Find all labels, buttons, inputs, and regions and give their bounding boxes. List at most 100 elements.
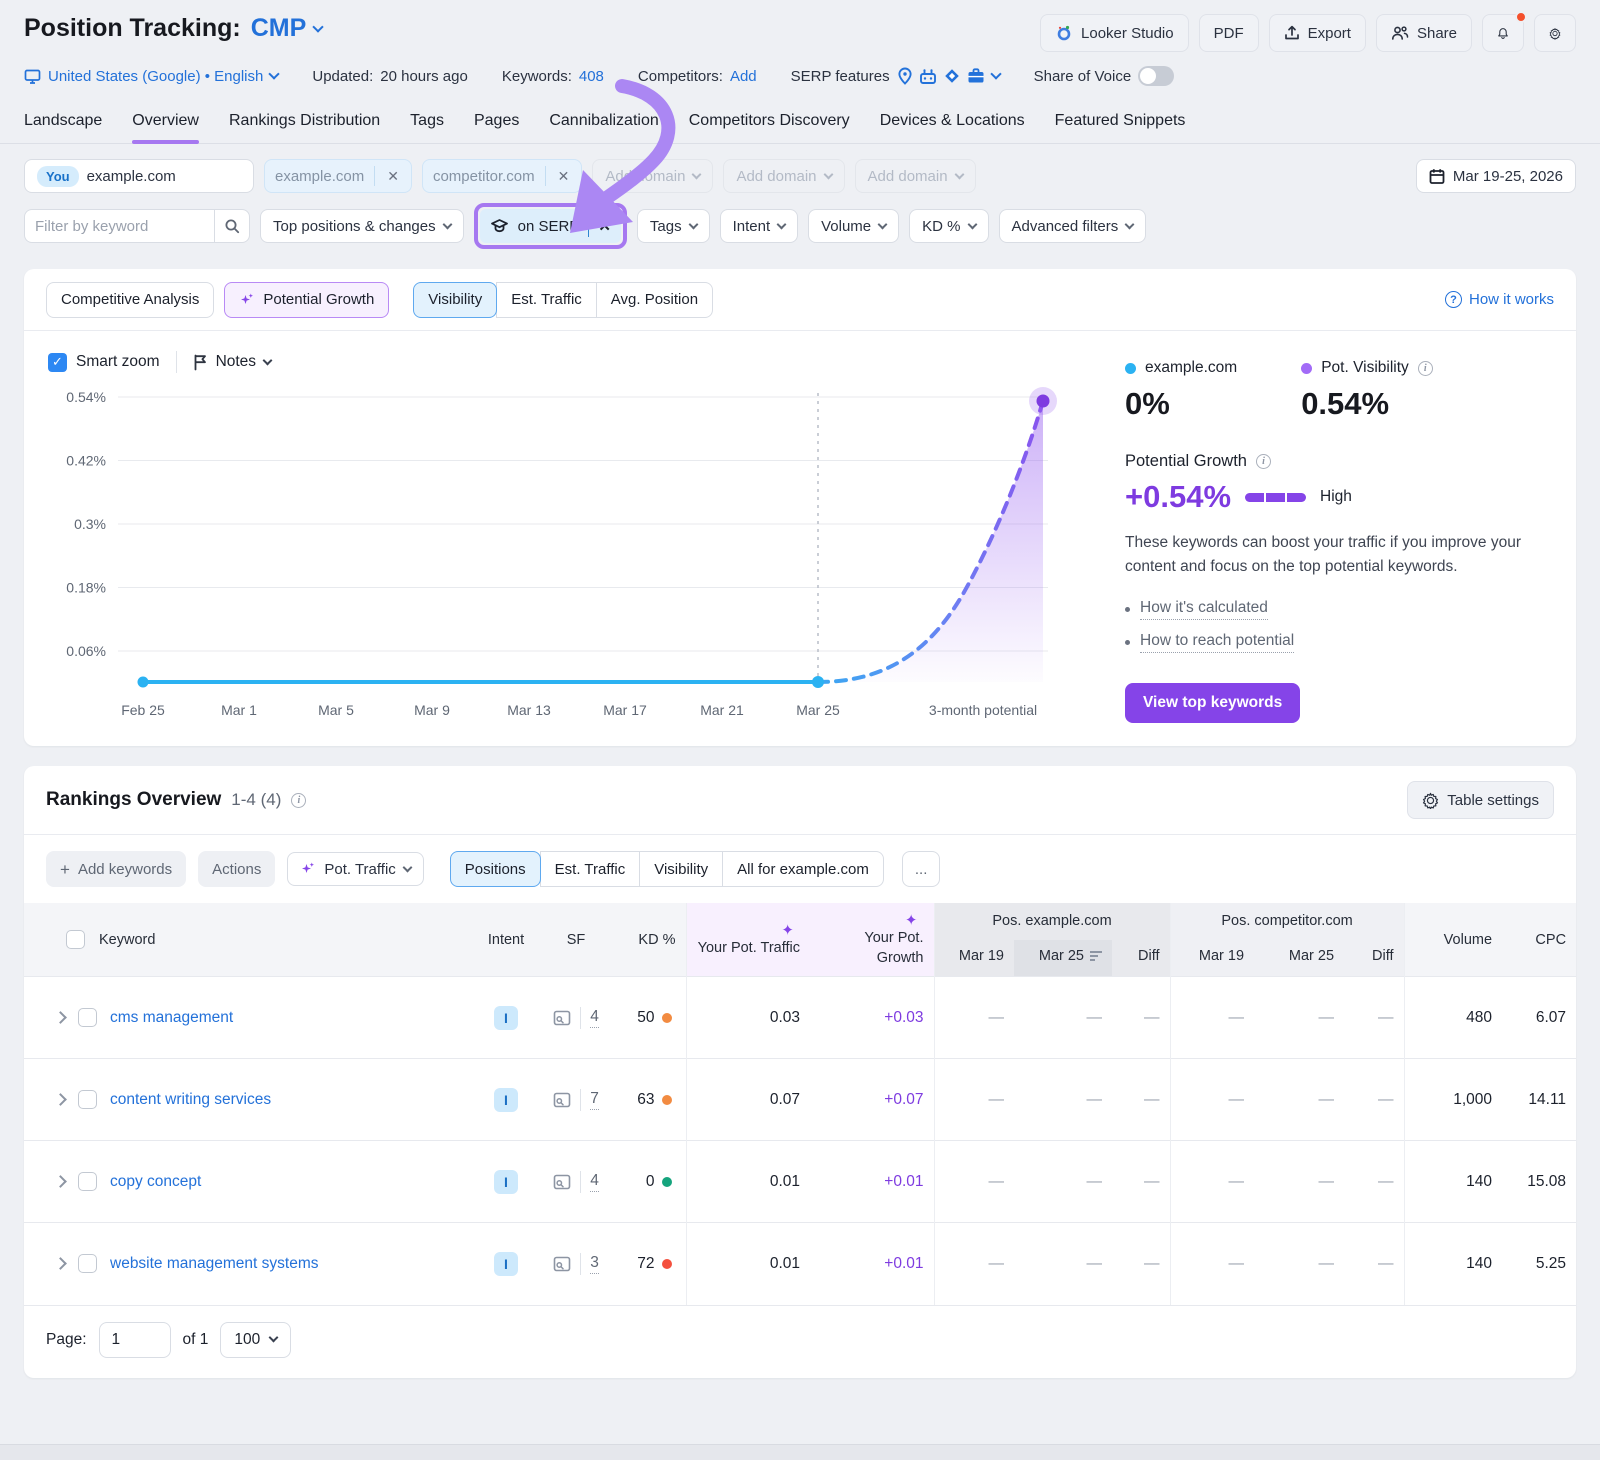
column-header-volume[interactable]: Volume bbox=[1404, 903, 1502, 977]
serp-features-icon[interactable] bbox=[553, 1256, 571, 1272]
sf-count[interactable]: 3 bbox=[590, 1254, 599, 1274]
smart-zoom-checkbox[interactable]: ✓ bbox=[48, 353, 67, 372]
tab-all-for-example[interactable]: All for example.com bbox=[722, 851, 884, 887]
intent-dropdown[interactable]: Intent bbox=[720, 209, 799, 243]
location-selector[interactable]: United States (Google) • English bbox=[24, 68, 278, 85]
per-page-select[interactable]: 100 bbox=[220, 1322, 291, 1358]
nav-tab-devices-locations[interactable]: Devices & Locations bbox=[880, 106, 1025, 143]
column-header-keyword[interactable]: Keyword bbox=[24, 903, 474, 977]
intent-badge[interactable]: I bbox=[494, 1170, 518, 1194]
pot-traffic-dropdown[interactable]: Pot. Traffic bbox=[287, 852, 423, 886]
top-positions-dropdown[interactable]: Top positions & changes bbox=[260, 209, 464, 243]
tab-positions[interactable]: Positions bbox=[450, 851, 541, 887]
table-settings-button[interactable]: Table settings bbox=[1407, 781, 1554, 819]
subcol-example-mar25[interactable]: Mar 25 bbox=[1014, 940, 1112, 977]
export-button[interactable]: Export bbox=[1269, 14, 1366, 52]
subcol-example-diff[interactable]: Diff bbox=[1112, 940, 1170, 977]
date-range-picker[interactable]: Mar 19-25, 2026 bbox=[1416, 159, 1576, 193]
row-checkbox[interactable] bbox=[78, 1254, 97, 1273]
remove-domain-icon[interactable]: ✕ bbox=[556, 168, 572, 185]
column-header-kd[interactable]: KD % bbox=[614, 903, 686, 977]
share-of-voice-toggle[interactable] bbox=[1138, 66, 1174, 86]
view-top-keywords-button[interactable]: View top keywords bbox=[1125, 683, 1300, 723]
on-serp-filter-chip[interactable]: on SERP ✕ bbox=[480, 209, 621, 243]
tab-est-traffic[interactable]: Est. Traffic bbox=[540, 851, 641, 887]
nav-tab-cannibalization[interactable]: Cannibalization bbox=[549, 106, 658, 143]
serp-features[interactable]: SERP features bbox=[791, 67, 1000, 85]
domain-chip-example[interactable]: example.com ✕ bbox=[264, 159, 412, 193]
keyword-link[interactable]: copy concept bbox=[110, 1173, 201, 1191]
pdf-button[interactable]: PDF bbox=[1199, 14, 1259, 52]
nav-tab-overview[interactable]: Overview bbox=[132, 106, 199, 143]
expand-row-icon[interactable] bbox=[54, 1093, 67, 1106]
tab-avg-position[interactable]: Avg. Position bbox=[596, 282, 713, 318]
search-button[interactable] bbox=[214, 209, 250, 243]
notes-dropdown[interactable]: Notes bbox=[193, 353, 272, 371]
settings-button[interactable] bbox=[1534, 14, 1576, 52]
column-header-cpc[interactable]: CPC bbox=[1502, 903, 1576, 977]
how-it-works-link[interactable]: ? How it works bbox=[1445, 291, 1554, 308]
tags-dropdown[interactable]: Tags bbox=[637, 209, 710, 243]
serp-features-icon[interactable] bbox=[553, 1010, 571, 1026]
select-all-checkbox[interactable] bbox=[66, 930, 85, 949]
sf-count[interactable]: 7 bbox=[590, 1090, 599, 1110]
info-icon[interactable]: i bbox=[1256, 454, 1271, 469]
domain-chip-competitor[interactable]: competitor.com ✕ bbox=[422, 159, 582, 193]
column-header-sf[interactable]: SF bbox=[538, 903, 614, 977]
row-checkbox[interactable] bbox=[78, 1172, 97, 1191]
tab-visibility[interactable]: Visibility bbox=[413, 282, 497, 318]
nav-tab-featured-snippets[interactable]: Featured Snippets bbox=[1055, 106, 1186, 143]
serp-features-icon[interactable] bbox=[553, 1092, 571, 1108]
reach-potential-link[interactable]: How to reach potential bbox=[1140, 632, 1294, 653]
remove-filter-icon[interactable]: ✕ bbox=[598, 217, 611, 235]
intent-badge[interactable]: I bbox=[494, 1252, 518, 1276]
keyword-link[interactable]: cms management bbox=[110, 1009, 233, 1027]
subcol-competitor-diff[interactable]: Diff bbox=[1344, 940, 1404, 977]
add-domain-dropdown[interactable]: Add domain bbox=[855, 159, 976, 193]
expand-row-icon[interactable] bbox=[54, 1011, 67, 1024]
kd-dropdown[interactable]: KD % bbox=[909, 209, 988, 243]
nav-tab-rankings-distribution[interactable]: Rankings Distribution bbox=[229, 106, 380, 143]
notifications-button[interactable] bbox=[1482, 14, 1524, 52]
add-domain-dropdown[interactable]: Add domain bbox=[592, 159, 713, 193]
more-tabs-button[interactable]: ... bbox=[902, 851, 941, 887]
info-icon[interactable]: i bbox=[1418, 361, 1433, 376]
actions-button[interactable]: Actions bbox=[198, 851, 275, 887]
intent-badge[interactable]: I bbox=[494, 1088, 518, 1112]
tab-visibility[interactable]: Visibility bbox=[639, 851, 723, 887]
nav-tab-tags[interactable]: Tags bbox=[410, 106, 444, 143]
subcol-example-mar19[interactable]: Mar 19 bbox=[934, 940, 1014, 977]
advanced-filters-dropdown[interactable]: Advanced filters bbox=[999, 209, 1147, 243]
keyword-filter-input[interactable] bbox=[24, 209, 214, 243]
intent-badge[interactable]: I bbox=[494, 1006, 518, 1030]
nav-tab-landscape[interactable]: Landscape bbox=[24, 106, 102, 143]
expand-row-icon[interactable] bbox=[54, 1175, 67, 1188]
sf-count[interactable]: 4 bbox=[590, 1172, 599, 1192]
keyword-link[interactable]: website management systems bbox=[110, 1255, 318, 1273]
keyword-link[interactable]: content writing services bbox=[110, 1091, 271, 1109]
looker-studio-button[interactable]: Looker Studio bbox=[1040, 14, 1189, 52]
remove-domain-icon[interactable]: ✕ bbox=[385, 168, 401, 185]
expand-row-icon[interactable] bbox=[54, 1258, 67, 1271]
tab-est-traffic[interactable]: Est. Traffic bbox=[496, 282, 597, 318]
potential-growth-button[interactable]: Potential Growth bbox=[224, 282, 389, 318]
share-button[interactable]: Share bbox=[1376, 14, 1472, 52]
column-header-intent[interactable]: Intent bbox=[474, 903, 538, 977]
volume-dropdown[interactable]: Volume bbox=[808, 209, 899, 243]
add-keywords-button[interactable]: + Add keywords bbox=[46, 851, 186, 887]
serp-features-icon[interactable] bbox=[553, 1174, 571, 1190]
info-icon[interactable]: i bbox=[291, 793, 306, 808]
project-selector[interactable]: CMP bbox=[251, 14, 323, 43]
competitive-analysis-button[interactable]: Competitive Analysis bbox=[46, 282, 214, 318]
row-checkbox[interactable] bbox=[78, 1090, 97, 1109]
column-header-pot-traffic[interactable]: ✦Your Pot. Traffic bbox=[686, 903, 810, 977]
nav-tab-pages[interactable]: Pages bbox=[474, 106, 519, 143]
sf-count[interactable]: 4 bbox=[590, 1008, 599, 1028]
add-domain-dropdown[interactable]: Add domain bbox=[723, 159, 844, 193]
page-input[interactable] bbox=[99, 1322, 171, 1358]
row-checkbox[interactable] bbox=[78, 1008, 97, 1027]
visibility-chart[interactable]: 0.54% 0.42% 0.3% 0.18% 0.06% bbox=[48, 379, 1078, 731]
you-domain-field[interactable]: You example.com bbox=[24, 159, 254, 193]
column-header-pot-growth[interactable]: ✦Your Pot. Growth bbox=[810, 903, 934, 977]
how-calculated-link[interactable]: How it's calculated bbox=[1140, 599, 1268, 620]
